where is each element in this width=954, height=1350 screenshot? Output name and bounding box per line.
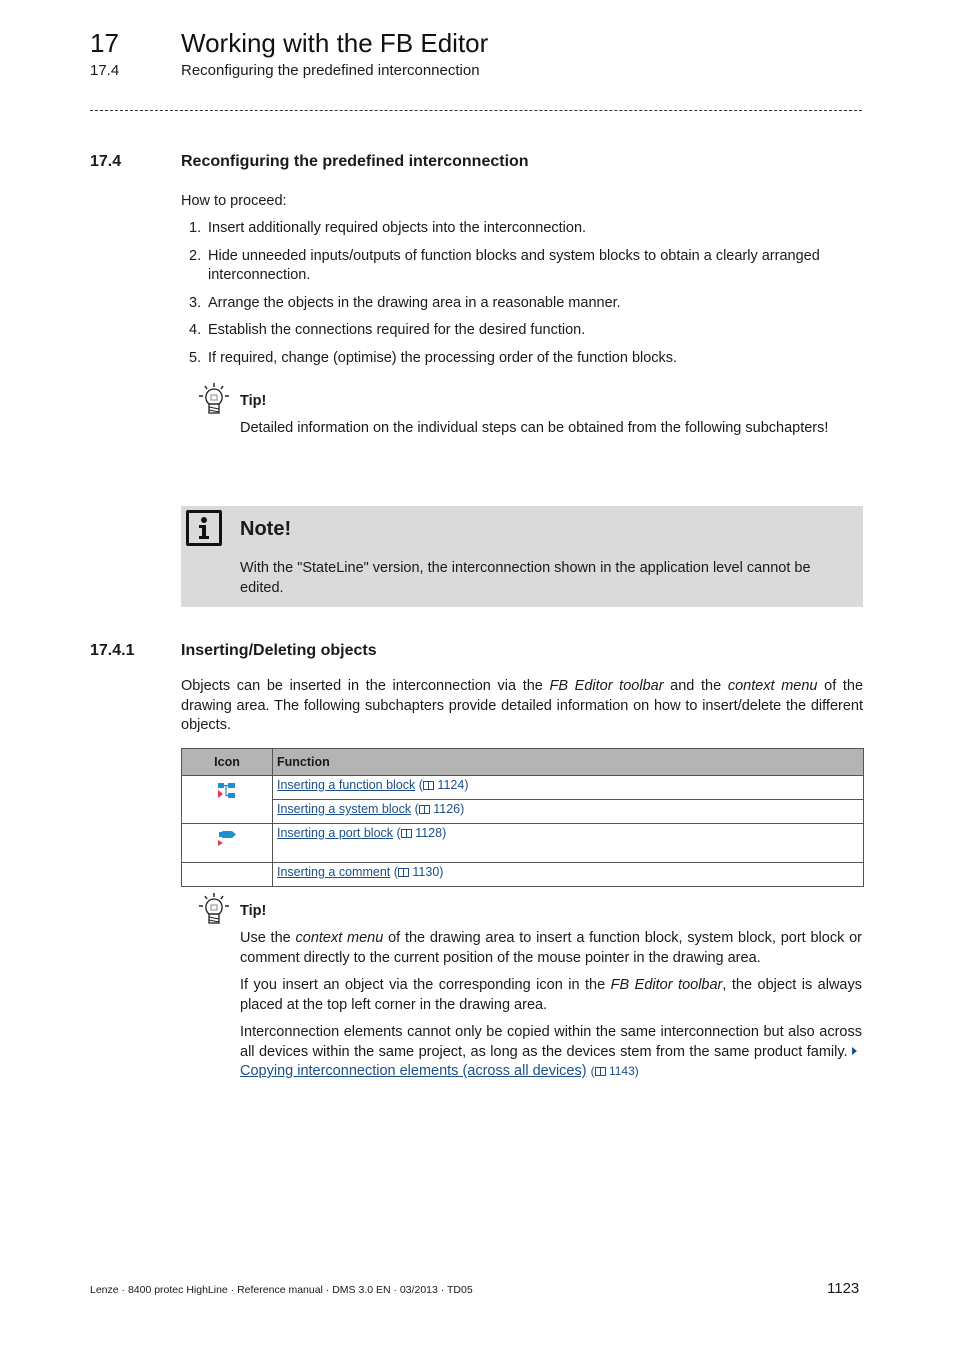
subsection-title: Inserting/Deleting objects	[181, 642, 377, 659]
icon-function-table: Icon Function Inserting a function block…	[181, 748, 864, 887]
tip-text: If you insert an object via the correspo…	[240, 977, 611, 993]
tip-text: Detailed information on the individual s…	[240, 420, 829, 436]
intro-text: and the	[663, 678, 728, 694]
note-text: With the "StateLine" version, the interc…	[240, 560, 811, 596]
table-row: Inserting a comment ( 1130)	[181, 862, 864, 887]
port-block-icon	[217, 831, 237, 851]
lead-text: How to proceed:	[181, 193, 287, 209]
steps-list: 1. Insert additionally required objects i…	[181, 219, 861, 376]
intro-emphasis: FB Editor toolbar	[549, 678, 664, 694]
page-number: 1130	[412, 865, 440, 879]
step-text: Arrange the objects in the drawing area …	[208, 294, 621, 311]
lightbulb-icon	[197, 382, 231, 416]
intro-paragraph: Objects can be inserted in the interconn…	[181, 677, 863, 736]
tip-label: Tip!	[240, 903, 267, 919]
section-title: Reconfiguring the predefined interconnec…	[181, 153, 529, 170]
intro-emphasis: context menu	[727, 678, 818, 694]
function-cell: Inserting a port block ( 1128)	[272, 823, 864, 863]
intro-text: Objects can be inserted in the interconn…	[181, 678, 550, 694]
page-ref: ( 1143)	[590, 1064, 639, 1078]
function-block-icon	[217, 783, 237, 803]
tip-paragraph: Use the context menu of the drawing area…	[240, 929, 862, 968]
subsection-number: 17.4.1	[90, 642, 135, 659]
header-section-number: 17.4	[90, 62, 120, 79]
link-copying-interconnection-elements[interactable]: Copying interconnection elements (across…	[240, 1063, 587, 1079]
step-text: Establish the connections required for t…	[208, 322, 586, 338]
footer-text: Lenze · 8400 protec HighLine · Reference…	[90, 1284, 473, 1296]
page-ref: ( 1128)	[396, 826, 447, 840]
link-inserting-port-block[interactable]: Inserting a port block	[277, 826, 393, 840]
book-icon	[418, 805, 430, 814]
step-text: Insert additionally required objects int…	[208, 220, 587, 236]
column-header-icon: Icon	[181, 748, 273, 776]
list-item: 2. Hide unneeded inputs/outputs of functi…	[181, 247, 861, 286]
header-divider	[90, 110, 862, 111]
table-row: Inserting a system block ( 1126)	[182, 799, 864, 824]
page-number: 1124	[437, 778, 465, 792]
chapter-title: Working with the FB Editor	[181, 28, 489, 58]
chapter-number: 17	[90, 28, 119, 58]
info-icon	[186, 510, 222, 546]
page-number: 1126	[433, 802, 461, 816]
lightbulb-icon	[197, 892, 231, 926]
function-cell: Inserting a function block ( 1124)	[272, 775, 864, 800]
step-number: 4.	[189, 322, 202, 338]
link-inserting-system-block[interactable]: Inserting a system block	[277, 802, 411, 816]
page-number: 1143	[608, 1064, 635, 1078]
book-icon	[397, 868, 409, 877]
tip-emphasis: FB Editor toolbar	[610, 977, 723, 993]
table-row: Inserting a port block ( 1128)	[181, 823, 864, 863]
page-ref: ( 1124)	[418, 778, 469, 792]
function-cell: Inserting a system block ( 1126)	[272, 799, 864, 824]
tip-label: Tip!	[240, 393, 267, 409]
page-ref: ( 1126)	[414, 802, 465, 816]
column-header-function: Function	[272, 748, 864, 776]
list-item: 4. Establish the connections required for…	[181, 321, 861, 341]
icon-cell-empty	[181, 862, 273, 887]
step-number: 3.	[189, 294, 202, 311]
book-icon	[594, 1067, 606, 1076]
list-item: 5. If required, change (optimise) the pro…	[181, 349, 861, 369]
list-item: 3. Arrange the objects in the drawing are…	[181, 294, 861, 314]
list-item: 1. Insert additionally required objects i…	[181, 219, 861, 239]
tip-text: Interconnection elements cannot only be …	[240, 1024, 862, 1060]
section-number: 17.4	[90, 153, 122, 170]
step-number: 1.	[189, 220, 202, 236]
book-icon	[400, 829, 412, 838]
page-number: 1128	[415, 826, 443, 840]
table-header-row: Icon Function	[181, 748, 864, 776]
page-ref: ( 1130)	[393, 865, 444, 879]
tip-text: Use the	[240, 930, 296, 946]
note-label: Note!	[240, 518, 292, 540]
page-number: 1123	[827, 1280, 860, 1297]
link-arrow-icon	[852, 1046, 857, 1055]
step-text: Hide unneeded inputs/outputs of function…	[208, 247, 820, 284]
icon-cell	[181, 823, 273, 863]
tip-paragraph: If you insert an object via the correspo…	[240, 976, 862, 1015]
tip-content: Use the context menu of the drawing area…	[240, 929, 862, 1090]
book-icon	[422, 781, 434, 790]
icon-cell	[181, 775, 273, 824]
step-number: 5.	[189, 349, 202, 366]
tip-paragraph: Interconnection elements cannot only be …	[240, 1023, 862, 1082]
table-row: Inserting a function block ( 1124)	[181, 775, 864, 824]
function-cell: Inserting a comment ( 1130)	[272, 862, 864, 887]
link-inserting-comment[interactable]: Inserting a comment	[277, 865, 390, 879]
step-text: If required, change (optimise) the proce…	[208, 349, 678, 366]
tip-emphasis: context menu	[295, 930, 384, 946]
header-section-title: Reconfiguring the predefined interconnec…	[181, 62, 480, 79]
link-inserting-function-block[interactable]: Inserting a function block	[277, 778, 415, 792]
step-number: 2.	[189, 247, 202, 264]
